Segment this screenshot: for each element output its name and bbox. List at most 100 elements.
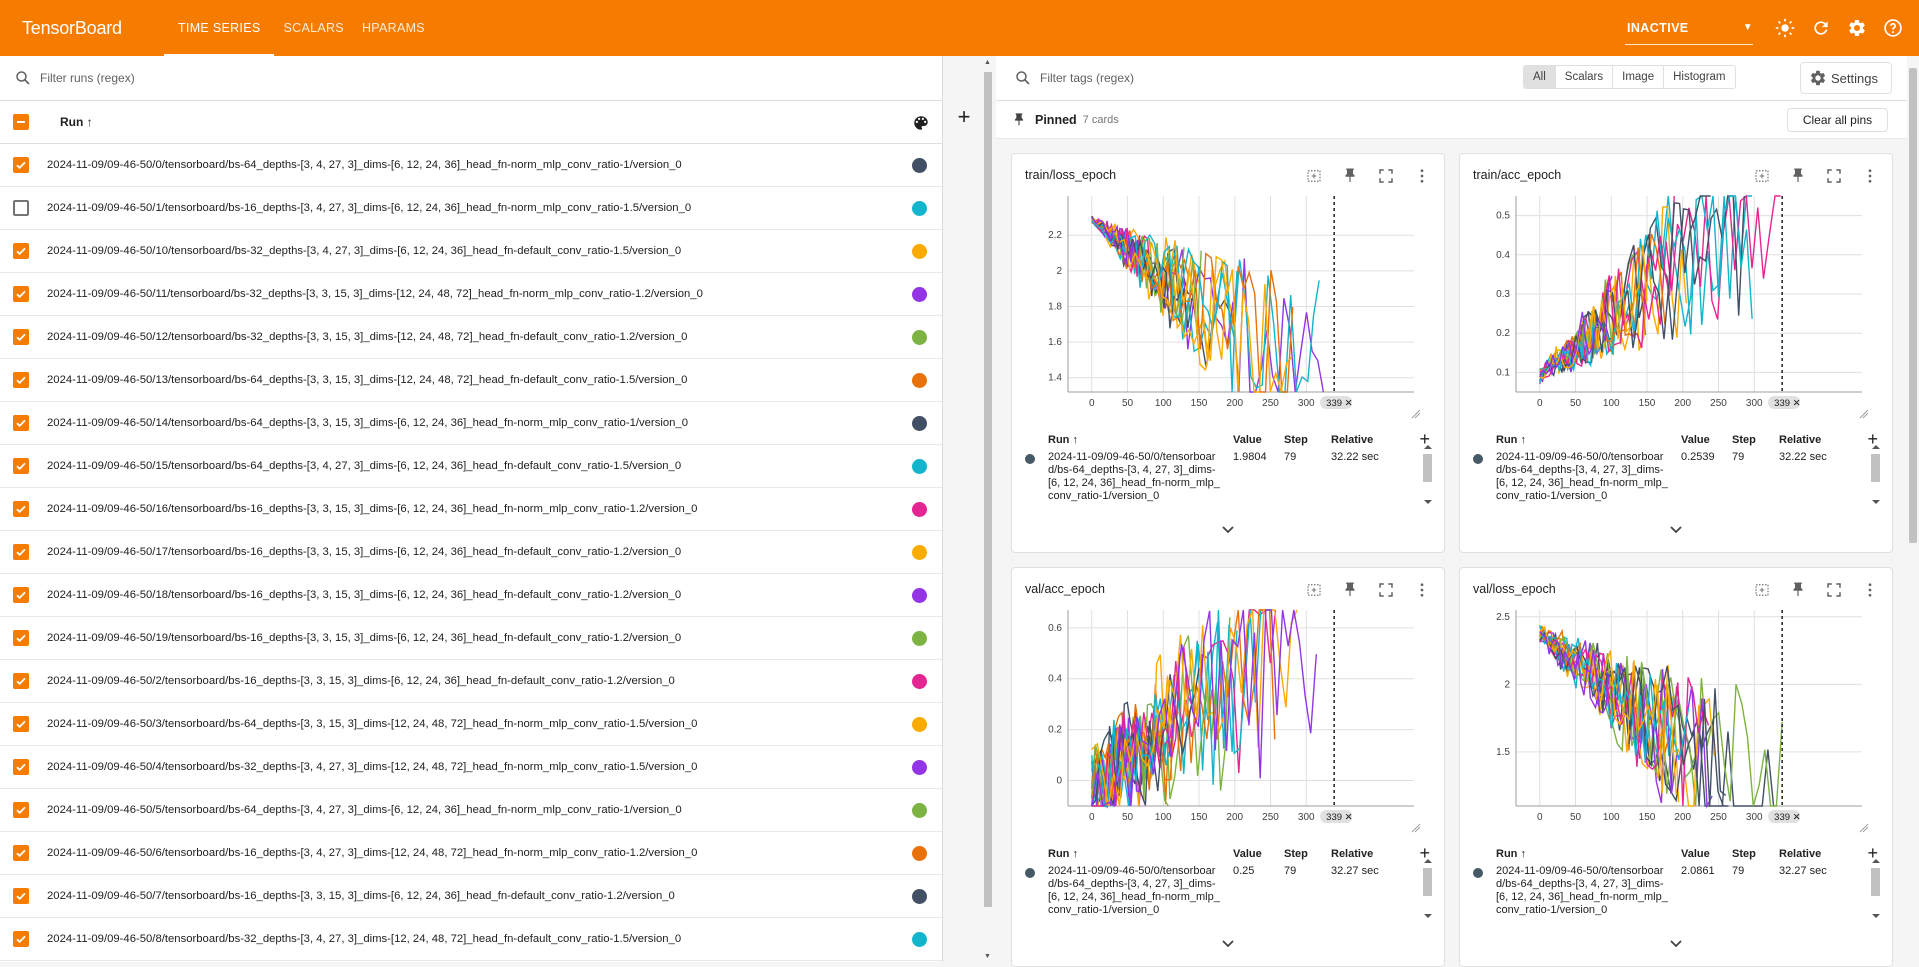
run-row[interactable]: 2024-11-09/09-46-50/7/tensorboard/bs-16_… bbox=[0, 875, 942, 918]
runs-scrollbar[interactable]: ▲ ▼ bbox=[983, 56, 993, 962]
app-brand[interactable]: TensorBoard bbox=[22, 18, 164, 39]
run-checkbox[interactable] bbox=[13, 673, 29, 689]
run-row[interactable]: 2024-11-09/09-46-50/8/tensorboard/bs-32_… bbox=[0, 918, 942, 961]
run-row[interactable]: 2024-11-09/09-46-50/2/tensorboard/bs-16_… bbox=[0, 660, 942, 703]
select-all-checkbox[interactable] bbox=[13, 114, 29, 130]
run-checkbox[interactable] bbox=[13, 458, 29, 474]
expand-table-button[interactable] bbox=[1460, 938, 1892, 952]
fullscreen-icon[interactable] bbox=[1822, 578, 1846, 602]
col-relative-header[interactable]: Relative bbox=[1331, 848, 1373, 860]
tab-hparams[interactable]: HPARAMS bbox=[353, 0, 434, 56]
run-color-swatch[interactable] bbox=[912, 287, 927, 302]
run-row[interactable]: 2024-11-09/09-46-50/12/tensorboard/bs-32… bbox=[0, 316, 942, 359]
fit-domain-icon[interactable] bbox=[1750, 164, 1774, 188]
run-row[interactable]: 2024-11-09/09-46-50/13/tensorboard/bs-64… bbox=[0, 359, 942, 402]
run-checkbox[interactable] bbox=[13, 415, 29, 431]
run-checkbox[interactable] bbox=[13, 329, 29, 345]
pin-icon[interactable] bbox=[1786, 578, 1810, 602]
runs-scrollbar-thumb[interactable] bbox=[984, 72, 992, 907]
pin-icon[interactable] bbox=[1338, 164, 1362, 188]
run-checkbox[interactable] bbox=[13, 372, 29, 388]
run-row[interactable]: 2024-11-09/09-46-50/4/tensorboard/bs-32_… bbox=[0, 746, 942, 789]
line-chart[interactable]: 0 50 100 150 200 250 300 1.4 1.6 1.8 2 2.2 339 ✕ bbox=[1022, 192, 1422, 432]
col-relative-header[interactable]: Relative bbox=[1779, 434, 1821, 446]
run-row[interactable]: 2024-11-09/09-46-50/10/tensorboard/bs-32… bbox=[0, 230, 942, 273]
run-color-swatch[interactable] bbox=[912, 244, 927, 259]
filter-histogram-button[interactable]: Histogram bbox=[1664, 66, 1734, 88]
fit-domain-icon[interactable] bbox=[1302, 578, 1326, 602]
run-checkbox[interactable] bbox=[13, 501, 29, 517]
col-run-header[interactable]: Run ↑ bbox=[1496, 848, 1526, 860]
run-color-swatch[interactable] bbox=[912, 416, 927, 431]
settings-button[interactable] bbox=[1839, 10, 1875, 46]
run-row[interactable]: 2024-11-09/09-46-50/16/tensorboard/bs-16… bbox=[0, 488, 942, 531]
col-relative-header[interactable]: Relative bbox=[1779, 848, 1821, 860]
run-row[interactable]: 2024-11-09/09-46-50/19/tensorboard/bs-16… bbox=[0, 617, 942, 660]
col-step-header[interactable]: Step bbox=[1284, 848, 1308, 860]
run-row[interactable]: 2024-11-09/09-46-50/17/tensorboard/bs-16… bbox=[0, 531, 942, 574]
run-color-swatch[interactable] bbox=[912, 717, 927, 732]
run-color-swatch[interactable] bbox=[912, 889, 927, 904]
run-row[interactable]: 2024-11-09/09-46-50/5/tensorboard/bs-64_… bbox=[0, 789, 942, 832]
settings-panel-button[interactable]: Settings bbox=[1800, 62, 1892, 94]
run-color-swatch[interactable] bbox=[912, 373, 927, 388]
line-chart[interactable]: 0 50 100 150 200 250 300 0.1 0.2 0.3 0.4 0.5 339 ✕ bbox=[1470, 192, 1870, 432]
filter-all-button[interactable]: All bbox=[1524, 66, 1556, 88]
more-vert-icon[interactable] bbox=[1858, 164, 1882, 188]
run-checkbox[interactable] bbox=[13, 286, 29, 302]
run-row[interactable]: 2024-11-09/09-46-50/14/tensorboard/bs-64… bbox=[0, 402, 942, 445]
run-color-swatch[interactable] bbox=[912, 330, 927, 345]
col-step-header[interactable]: Step bbox=[1284, 434, 1308, 446]
pin-icon[interactable] bbox=[1338, 578, 1362, 602]
col-value-header[interactable]: Value bbox=[1681, 434, 1710, 446]
run-checkbox[interactable] bbox=[13, 630, 29, 646]
run-checkbox[interactable] bbox=[13, 544, 29, 560]
run-checkbox[interactable] bbox=[13, 157, 29, 173]
col-step-header[interactable]: Step bbox=[1732, 848, 1756, 860]
more-vert-icon[interactable] bbox=[1410, 164, 1434, 188]
run-color-swatch[interactable] bbox=[912, 760, 927, 775]
run-color-swatch[interactable] bbox=[912, 631, 927, 646]
run-color-swatch[interactable] bbox=[912, 201, 927, 216]
run-color-swatch[interactable] bbox=[912, 545, 927, 560]
run-color-swatch[interactable] bbox=[912, 502, 927, 517]
card-table-scrollbar[interactable] bbox=[1422, 858, 1432, 938]
fullscreen-icon[interactable] bbox=[1822, 164, 1846, 188]
fit-domain-icon[interactable] bbox=[1302, 164, 1326, 188]
run-row[interactable]: 2024-11-09/09-46-50/15/tensorboard/bs-64… bbox=[0, 445, 942, 488]
col-relative-header[interactable]: Relative bbox=[1331, 434, 1373, 446]
run-column-header[interactable]: Run ↑ bbox=[60, 115, 93, 129]
cards-scrollbar-thumb[interactable] bbox=[1909, 68, 1917, 543]
expand-table-button[interactable] bbox=[1460, 524, 1892, 538]
run-row[interactable]: 2024-11-09/09-46-50/6/tensorboard/bs-16_… bbox=[0, 832, 942, 875]
run-checkbox[interactable] bbox=[13, 200, 29, 216]
run-checkbox[interactable] bbox=[13, 759, 29, 775]
filter-scalars-button[interactable]: Scalars bbox=[1556, 66, 1614, 88]
run-checkbox[interactable] bbox=[13, 888, 29, 904]
more-vert-icon[interactable] bbox=[1410, 578, 1434, 602]
card-table-scrollbar[interactable] bbox=[1422, 444, 1432, 524]
tags-filter[interactable]: Filter tags (regex) All Scalars Image Hi… bbox=[996, 56, 1919, 101]
run-row[interactable]: 2024-11-09/09-46-50/18/tensorboard/bs-16… bbox=[0, 574, 942, 617]
fullscreen-icon[interactable] bbox=[1374, 578, 1398, 602]
more-vert-icon[interactable] bbox=[1858, 578, 1882, 602]
expand-table-button[interactable] bbox=[1012, 938, 1444, 952]
col-value-header[interactable]: Value bbox=[1233, 434, 1262, 446]
run-color-swatch[interactable] bbox=[912, 803, 927, 818]
line-chart[interactable]: 0 50 100 150 200 250 300 1.5 2 2.5 339 ✕ bbox=[1470, 606, 1870, 846]
col-value-header[interactable]: Value bbox=[1681, 848, 1710, 860]
run-row[interactable]: 2024-11-09/09-46-50/0/tensorboard/bs-64_… bbox=[0, 144, 942, 187]
run-checkbox[interactable] bbox=[13, 587, 29, 603]
palette-icon[interactable] bbox=[912, 114, 930, 135]
card-table-scrollbar[interactable] bbox=[1870, 858, 1880, 938]
run-row[interactable]: 2024-11-09/09-46-50/1/tensorboard/bs-16_… bbox=[0, 187, 942, 230]
col-step-header[interactable]: Step bbox=[1732, 434, 1756, 446]
col-value-header[interactable]: Value bbox=[1233, 848, 1262, 860]
col-run-header[interactable]: Run ↑ bbox=[1048, 434, 1078, 446]
run-row[interactable]: 2024-11-09/09-46-50/11/tensorboard/bs-32… bbox=[0, 273, 942, 316]
cards-scrollbar[interactable] bbox=[1907, 56, 1919, 962]
fit-domain-icon[interactable] bbox=[1750, 578, 1774, 602]
pin-icon[interactable] bbox=[1786, 164, 1810, 188]
runs-filter[interactable]: Filter runs (regex) bbox=[0, 56, 942, 101]
run-checkbox[interactable] bbox=[13, 243, 29, 259]
